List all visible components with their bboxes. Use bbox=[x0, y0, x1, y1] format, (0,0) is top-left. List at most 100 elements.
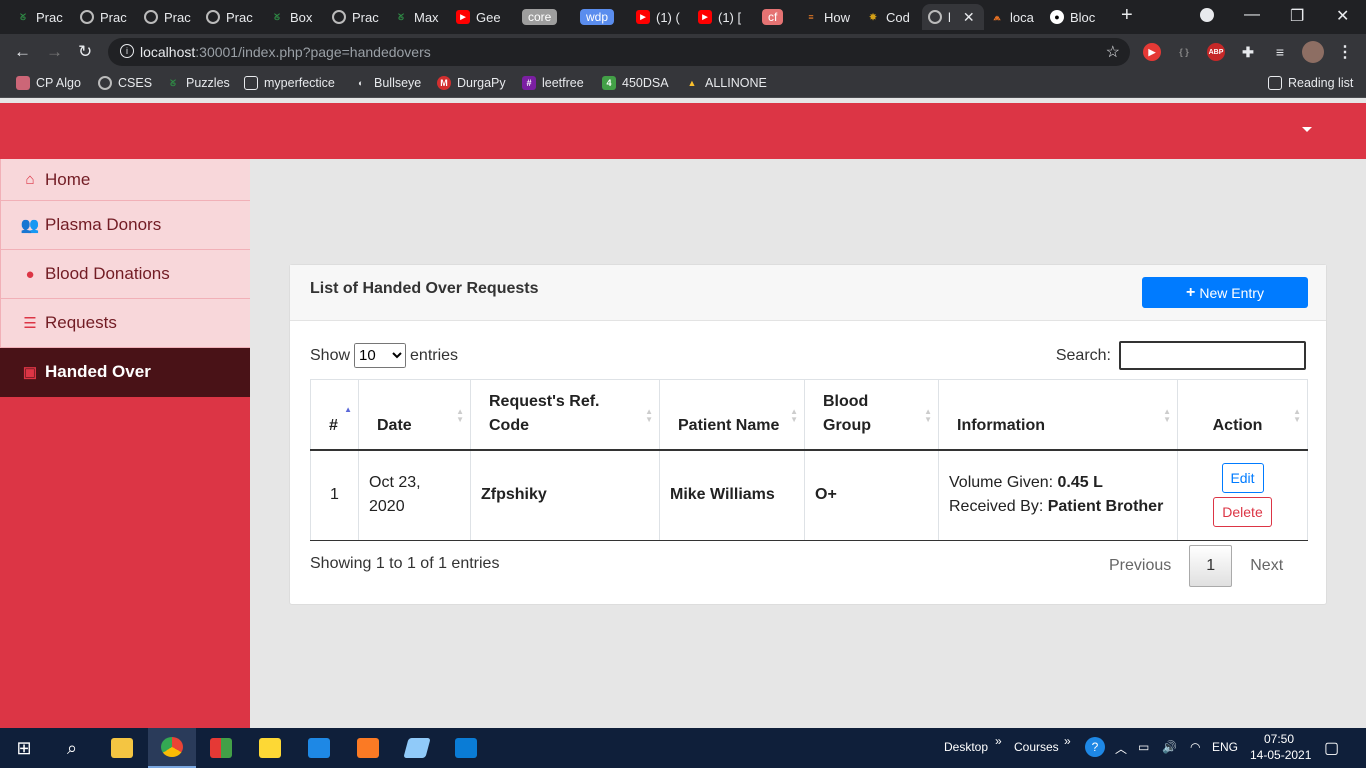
extension-braces-icon[interactable]: { } bbox=[1175, 43, 1193, 61]
back-icon[interactable]: ← bbox=[14, 42, 31, 62]
taskbar-desktop-label[interactable]: Desktop bbox=[944, 740, 988, 754]
reading-list[interactable]: Reading list bbox=[1268, 76, 1353, 90]
search-input[interactable] bbox=[1119, 341, 1306, 370]
cell-number: 1 bbox=[310, 449, 359, 541]
bookmark-item[interactable]: M DurgaPy bbox=[437, 76, 506, 90]
extensions-puzzle-icon[interactable]: ✚ bbox=[1239, 43, 1257, 61]
page-button-current[interactable]: 1 bbox=[1189, 545, 1233, 587]
column-header-ref-code[interactable]: Request's Ref. Code ▲ ▼ bbox=[470, 379, 660, 451]
browser-tab[interactable]: Prac bbox=[144, 4, 196, 30]
bookmark-item[interactable]: # leetfree bbox=[522, 76, 584, 90]
windows-start-icon[interactable]: ⊞ bbox=[0, 728, 48, 768]
browser-tab[interactable]: ⩕ loca bbox=[990, 4, 1040, 30]
browser-tab[interactable]: ᘜ Box bbox=[270, 4, 322, 30]
drive-icon: ▲ bbox=[687, 78, 697, 88]
clock-time[interactable]: 07:50 bbox=[1264, 732, 1294, 746]
media-icon[interactable]: ≡ bbox=[1271, 43, 1289, 61]
language-indicator[interactable]: ENG bbox=[1212, 740, 1238, 754]
browser-tab[interactable]: core bbox=[522, 4, 562, 30]
entries-select[interactable]: 10 bbox=[354, 343, 407, 368]
adblock-icon[interactable]: ABP bbox=[1207, 43, 1225, 61]
browser-tab[interactable]: Prac bbox=[80, 4, 132, 30]
bookmark-item[interactable]: ▲ ALLINONE bbox=[685, 76, 767, 90]
notepad-icon[interactable] bbox=[393, 728, 441, 768]
xampp-icon[interactable] bbox=[344, 728, 392, 768]
browser-tab[interactable]: Prac bbox=[206, 4, 258, 30]
edit-button[interactable]: Edit bbox=[1221, 463, 1264, 494]
sticky-notes-icon[interactable] bbox=[246, 728, 294, 768]
sidebar-item-blood-donations[interactable]: ● Blood Donations bbox=[0, 250, 250, 299]
info-icon[interactable]: i bbox=[120, 44, 134, 58]
browser-tab[interactable]: ● Bloc bbox=[1050, 4, 1102, 30]
previous-button[interactable]: Previous bbox=[1095, 549, 1185, 583]
sidebar-item-handed-over[interactable]: ▣ Handed Over bbox=[0, 348, 250, 397]
reload-icon[interactable]: ↻ bbox=[78, 42, 92, 62]
sort-icon: ▲ ▼ bbox=[1293, 407, 1301, 424]
battery-icon[interactable]: ▭ bbox=[1138, 740, 1149, 754]
bookmark-item[interactable]: ◐ Bullseye bbox=[354, 76, 421, 90]
url-input[interactable]: i localhost:30001/index.php?page=handedo… bbox=[108, 38, 1130, 66]
github-icon: ● bbox=[1050, 10, 1064, 24]
bookmark-item[interactable]: CSES bbox=[98, 76, 152, 90]
browser-tab[interactable]: Prac bbox=[332, 4, 384, 30]
browser-tab[interactable]: ✸ Cod bbox=[866, 4, 916, 30]
sidebar-item-requests[interactable]: ☰ Requests bbox=[0, 299, 250, 348]
column-header-number[interactable]: # ▲ bbox=[310, 379, 359, 451]
search-icon[interactable]: ⌕ bbox=[48, 728, 96, 768]
forward-icon[interactable]: → bbox=[46, 42, 63, 62]
browser-tab[interactable]: ᘜ Max bbox=[394, 4, 446, 30]
handed-over-table: # ▲ Date ▲ ▼ Request's Ref. Code ▲ ▼ Patient … bbox=[310, 379, 1308, 541]
file-explorer-icon[interactable] bbox=[98, 728, 146, 768]
column-header-date[interactable]: Date ▲ ▼ bbox=[358, 379, 471, 451]
globe-icon bbox=[144, 10, 158, 24]
browser-tab[interactable]: ᘜ Prac bbox=[16, 4, 68, 30]
sort-asc-icon: ▲ bbox=[344, 405, 352, 414]
column-header-action[interactable]: Action ▲ ▼ bbox=[1177, 379, 1308, 451]
minimize-icon[interactable]: — bbox=[1244, 6, 1260, 24]
browser-tab[interactable]: ≡ How bbox=[804, 4, 854, 30]
codechef-icon: ✸ bbox=[869, 11, 877, 22]
mail-icon[interactable] bbox=[295, 728, 343, 768]
browser-tab[interactable]: cf bbox=[762, 4, 790, 30]
gfg-icon: ᘜ bbox=[20, 11, 26, 22]
browser-tab-active[interactable]: l ✕ bbox=[922, 4, 984, 30]
wifi-icon[interactable]: ◠ bbox=[1190, 740, 1200, 754]
bookmark-item[interactable]: myperfectice bbox=[244, 76, 335, 90]
sidebar-item-plasma-donors[interactable]: 👥 Plasma Donors bbox=[0, 201, 250, 250]
browser-tab[interactable]: ▶ (1) [ bbox=[698, 4, 748, 30]
restore-icon[interactable]: ❐ bbox=[1290, 6, 1304, 26]
close-window-icon[interactable]: ✕ bbox=[1336, 6, 1349, 26]
new-entry-button[interactable]: + New Entry bbox=[1142, 277, 1308, 308]
column-header-patient-name[interactable]: Patient Name ▲ ▼ bbox=[659, 379, 805, 451]
extension-red-icon[interactable]: ▶ bbox=[1143, 43, 1161, 61]
avatar[interactable] bbox=[1302, 41, 1324, 63]
bookmark-item[interactable]: CP Algo bbox=[16, 76, 81, 90]
app-grid-icon[interactable] bbox=[197, 728, 245, 768]
sort-icon: ▲ ▼ bbox=[1163, 407, 1171, 424]
chevron-up-icon[interactable]: ︿ bbox=[1115, 740, 1127, 757]
browser-tab[interactable]: ▶ (1) ( bbox=[636, 4, 686, 30]
delete-button[interactable]: Delete bbox=[1213, 497, 1272, 528]
browser-tab[interactable]: wdp bbox=[580, 4, 620, 30]
help-icon[interactable]: ? bbox=[1085, 737, 1105, 757]
chrome-icon[interactable] bbox=[148, 728, 196, 768]
new-tab-icon[interactable]: + bbox=[1121, 4, 1133, 27]
tab-search-icon[interactable] bbox=[1200, 8, 1214, 22]
sidebar-item-home[interactable]: ⌂ Home bbox=[0, 159, 250, 201]
bookmark-item[interactable]: 4 450DSA bbox=[602, 76, 669, 90]
bookmark-item[interactable]: ᘜ Puzzles bbox=[166, 76, 230, 90]
taskbar-courses-label[interactable]: Courses bbox=[1014, 740, 1059, 754]
volume-icon[interactable]: 🔊 bbox=[1162, 740, 1177, 754]
close-tab-icon[interactable]: ✕ bbox=[963, 9, 975, 26]
column-header-blood-group[interactable]: Blood Group ▲ ▼ bbox=[804, 379, 939, 451]
next-button[interactable]: Next bbox=[1236, 549, 1297, 583]
column-header-information[interactable]: Information ▲ ▼ bbox=[938, 379, 1178, 451]
notifications-icon[interactable]: ▢ bbox=[1324, 738, 1339, 758]
browser-tab[interactable]: ▶ Gee bbox=[456, 4, 506, 30]
star-icon[interactable]: ☆ bbox=[1106, 42, 1120, 62]
menu-dots-icon[interactable]: ⋮ bbox=[1336, 43, 1354, 61]
bullseye-icon: ◐ bbox=[358, 78, 364, 88]
vscode-icon[interactable] bbox=[442, 728, 490, 768]
clock-date[interactable]: 14-05-2021 bbox=[1250, 748, 1311, 762]
user-dropdown-caret-icon[interactable] bbox=[1302, 127, 1312, 132]
